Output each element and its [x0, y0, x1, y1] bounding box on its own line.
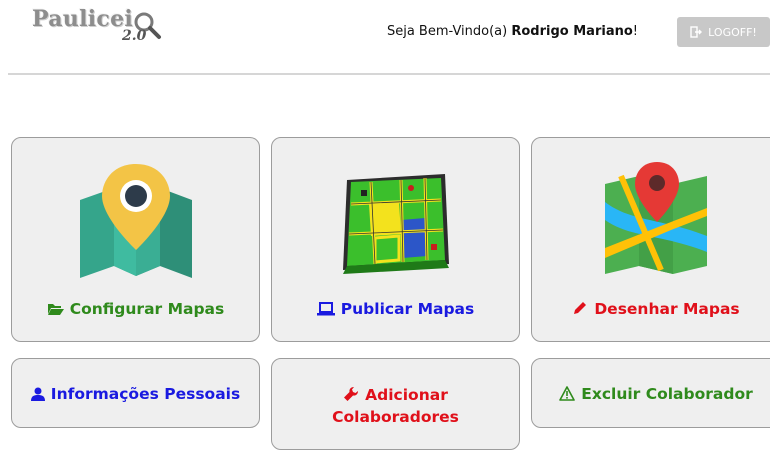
- laptop-icon: [316, 302, 335, 316]
- logo-text: Paulicei: [32, 6, 134, 32]
- adicionar-colaboradores-card[interactable]: Adicionar Colaboradores: [271, 358, 520, 450]
- configurar-mapas-label: Configurar Mapas: [12, 298, 259, 320]
- app-logo: Paulicei 2.0: [32, 6, 172, 50]
- publicar-mapas-card[interactable]: Publicar Mapas: [271, 137, 520, 342]
- warning-icon: [559, 386, 576, 401]
- publicar-mapas-label: Publicar Mapas: [272, 298, 519, 320]
- configurar-mapas-card[interactable]: Configurar Mapas: [11, 137, 260, 342]
- excluir-colaborador-card[interactable]: Excluir Colaborador: [531, 358, 770, 428]
- desenhar-mapas-card[interactable]: Desenhar Mapas: [531, 137, 770, 342]
- logoff-button[interactable]: LOGOFF!: [677, 17, 770, 47]
- folder-open-icon: [47, 304, 64, 315]
- map-pin-illustration: [79, 164, 192, 278]
- city-map-illustration: [342, 174, 449, 274]
- informacoes-pessoais-card[interactable]: Informações Pessoais: [11, 358, 260, 428]
- logo-version: 2.0: [122, 28, 147, 44]
- user-name: Rodrigo Mariano: [511, 24, 633, 39]
- location-map-illustration: [605, 162, 707, 274]
- user-icon: [30, 387, 45, 401]
- excluir-colaborador-label: Excluir Colaborador: [532, 383, 770, 405]
- sign-out-icon: [690, 26, 703, 38]
- wrench-icon: [344, 387, 359, 401]
- desenhar-mapas-label: Desenhar Mapas: [532, 298, 770, 320]
- informacoes-pessoais-label: Informações Pessoais: [12, 383, 259, 405]
- adicionar-colaboradores-label: Adicionar Colaboradores: [332, 386, 459, 426]
- pencil-icon: [574, 302, 587, 314]
- welcome-message: Seja Bem-Vindo(a) Rodrigo Mariano!: [386, 24, 638, 39]
- header-divider: [8, 73, 770, 75]
